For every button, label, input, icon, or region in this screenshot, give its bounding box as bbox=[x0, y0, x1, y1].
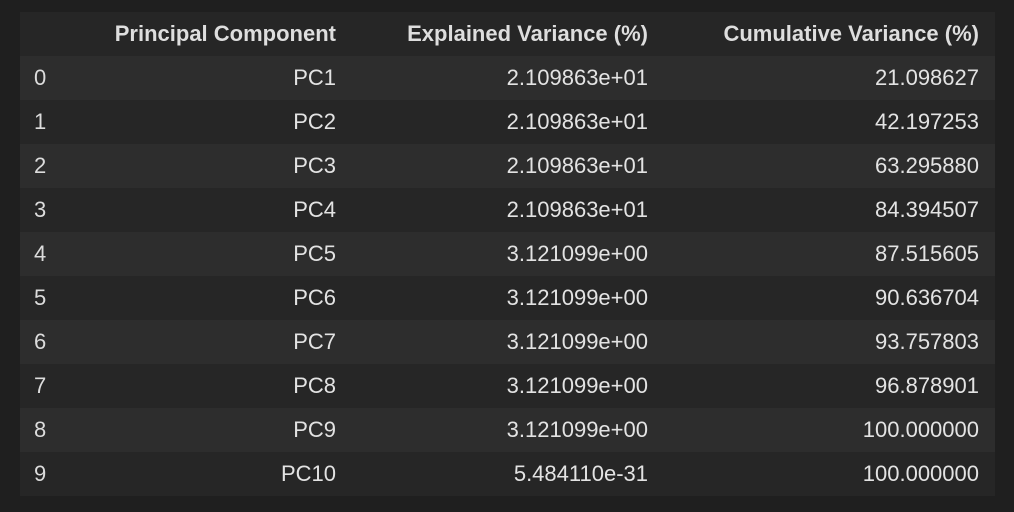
cumulative-variance-column-header: Cumulative Variance (%) bbox=[664, 12, 995, 56]
cumulative-variance-cell: 21.098627 bbox=[875, 65, 979, 90]
principal-component-column-header: Principal Component bbox=[68, 12, 352, 56]
principal-component-cell: PC5 bbox=[293, 241, 336, 266]
explained-variance-cell: 3.121099e+00 bbox=[506, 285, 648, 310]
explained-variance-cell: 5.484110e-31 bbox=[513, 461, 648, 486]
row-index-cell: 1 bbox=[34, 109, 47, 134]
explained-variance-cell: 3.121099e+00 bbox=[506, 329, 648, 354]
explained-variance-cell: 3.121099e+00 bbox=[506, 417, 648, 442]
table-row: 4 PC5 3.121099e+00 87.515605 bbox=[20, 232, 995, 276]
row-index-cell: 7 bbox=[34, 373, 47, 398]
row-index-cell: 2 bbox=[34, 153, 47, 178]
principal-component-cell: PC4 bbox=[293, 197, 336, 222]
row-index-cell: 0 bbox=[34, 65, 47, 90]
row-index-cell: 9 bbox=[34, 461, 47, 486]
cumulative-variance-cell: 100.000000 bbox=[862, 417, 979, 442]
dataframe-table: Principal Component Explained Variance (… bbox=[20, 12, 995, 496]
principal-component-cell: PC2 bbox=[293, 109, 336, 134]
row-index-cell: 5 bbox=[34, 285, 47, 310]
cumulative-variance-cell: 90.636704 bbox=[875, 285, 979, 310]
explained-variance-column-header: Explained Variance (%) bbox=[352, 12, 664, 56]
cumulative-variance-cell: 100.000000 bbox=[862, 461, 979, 486]
explained-variance-cell: 2.109863e+01 bbox=[506, 109, 648, 134]
table-body: 0 PC1 2.109863e+01 21.098627 1 PC2 2.109863e+0… bbox=[20, 56, 995, 496]
row-index-cell: 4 bbox=[34, 241, 47, 266]
table-row: 8 PC9 3.121099e+00 100.000000 bbox=[20, 408, 995, 452]
row-index-cell: 3 bbox=[34, 197, 47, 222]
cumulative-variance-cell: 87.515605 bbox=[875, 241, 979, 266]
explained-variance-cell: 2.109863e+01 bbox=[506, 153, 648, 178]
principal-component-cell: PC9 bbox=[293, 417, 336, 442]
table-row: 0 PC1 2.109863e+01 21.098627 bbox=[20, 56, 995, 100]
principal-component-cell: PC3 bbox=[293, 153, 336, 178]
explained-variance-cell: 2.109863e+01 bbox=[506, 65, 648, 90]
table-row: 5 PC6 3.121099e+00 90.636704 bbox=[20, 276, 995, 320]
cumulative-variance-cell: 84.394507 bbox=[875, 197, 979, 222]
explained-variance-cell: 3.121099e+00 bbox=[506, 373, 648, 398]
table-row: 6 PC7 3.121099e+00 93.757803 bbox=[20, 320, 995, 364]
table-row: 2 PC3 2.109863e+01 63.295880 bbox=[20, 144, 995, 188]
principal-component-cell: PC10 bbox=[280, 461, 336, 486]
header-row: Principal Component Explained Variance (… bbox=[20, 12, 995, 56]
cumulative-variance-cell: 63.295880 bbox=[875, 153, 979, 178]
cumulative-variance-cell: 96.878901 bbox=[875, 373, 979, 398]
table-row: 9 PC10 5.484110e-31 100.000000 bbox=[20, 452, 995, 496]
index-column-header bbox=[20, 12, 68, 56]
row-index-cell: 6 bbox=[34, 329, 47, 354]
table-row: 3 PC4 2.109863e+01 84.394507 bbox=[20, 188, 995, 232]
table-header: Principal Component Explained Variance (… bbox=[20, 12, 995, 56]
table-row: 1 PC2 2.109863e+01 42.197253 bbox=[20, 100, 995, 144]
principal-component-cell: PC6 bbox=[293, 285, 336, 310]
principal-component-cell: PC7 bbox=[293, 329, 336, 354]
row-index-cell: 8 bbox=[34, 417, 47, 442]
cumulative-variance-cell: 93.757803 bbox=[875, 329, 979, 354]
explained-variance-cell: 2.109863e+01 bbox=[506, 197, 648, 222]
explained-variance-cell: 3.121099e+00 bbox=[506, 241, 648, 266]
cumulative-variance-cell: 42.197253 bbox=[875, 109, 979, 134]
principal-component-cell: PC8 bbox=[293, 373, 336, 398]
notebook-output-area: Principal Component Explained Variance (… bbox=[0, 0, 1014, 512]
principal-component-cell: PC1 bbox=[293, 65, 336, 90]
table-row: 7 PC8 3.121099e+00 96.878901 bbox=[20, 364, 995, 408]
